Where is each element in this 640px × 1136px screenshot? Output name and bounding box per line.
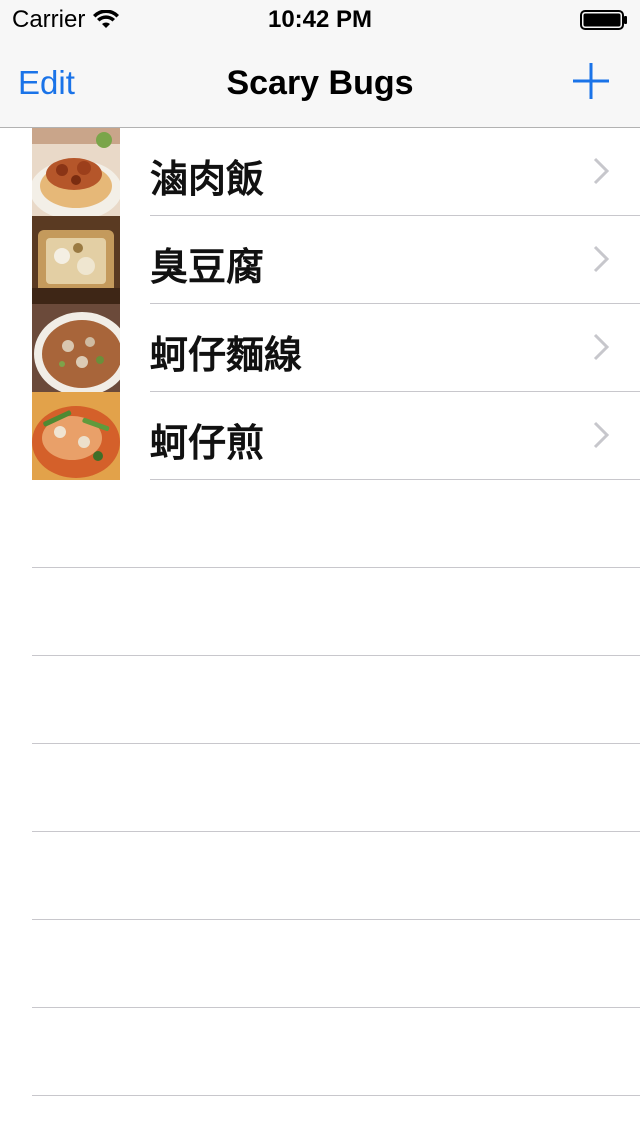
food-thumbnail: [32, 392, 120, 480]
food-thumbnail: [32, 216, 120, 304]
empty-row-separator: [32, 567, 640, 568]
plus-icon[interactable]: [572, 62, 610, 100]
chevron-right-icon: [593, 333, 610, 361]
empty-row-separator: [32, 831, 640, 832]
chevron-right-icon: [593, 157, 610, 185]
empty-row-separator: [32, 919, 640, 920]
chevron-right-icon: [593, 245, 610, 273]
navigation-bar: Edit Scary Bugs: [0, 40, 640, 128]
list-item-label: 臭豆腐: [150, 245, 265, 289]
empty-row-separator: [32, 1007, 640, 1008]
food-thumbnail: [32, 304, 120, 392]
empty-row-separator: [32, 655, 640, 656]
top-bar: Carrier 10:42 PM Edit Scary Bugs: [0, 0, 640, 128]
food-thumbnail: [32, 128, 120, 216]
list-item[interactable]: 蚵仔煎: [0, 392, 640, 480]
clock: 10:42 PM: [267, 6, 373, 33]
list-item-label: 滷肉飯: [150, 157, 265, 201]
list-item[interactable]: 滷肉飯: [0, 128, 640, 216]
chevron-right-icon: [593, 421, 610, 449]
empty-row-separator: [32, 743, 640, 744]
status-bar: Carrier 10:42 PM: [0, 0, 640, 40]
battery-icon: [580, 10, 627, 30]
list-item[interactable]: 蚵仔麵線: [0, 304, 640, 392]
list-item-label: 蚵仔煎: [150, 421, 265, 465]
list-item[interactable]: 臭豆腐: [0, 216, 640, 304]
page-title: Scary Bugs: [226, 64, 414, 102]
bug-list: 滷肉飯 臭豆腐 蚵仔麵線 蚵仔煎: [0, 128, 640, 1136]
list-item-label: 蚵仔麵線: [150, 333, 303, 377]
empty-row-separator: [32, 1095, 640, 1096]
row-separator: [150, 479, 640, 480]
